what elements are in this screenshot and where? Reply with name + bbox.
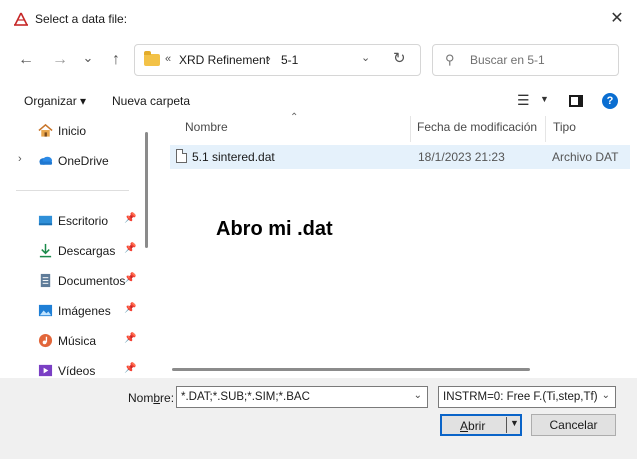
- view-options-icon[interactable]: ☰: [517, 92, 530, 109]
- pin-icon[interactable]: 📌: [124, 273, 136, 284]
- column-divider[interactable]: [545, 116, 546, 142]
- pin-icon[interactable]: 📌: [124, 363, 136, 374]
- annotation-text: Abro mi .dat: [216, 218, 333, 240]
- sort-ascending-icon: ⌃: [290, 112, 299, 123]
- sidebar-item-label: OneDrive: [58, 154, 109, 168]
- sidebar-item-label: Música: [58, 334, 97, 348]
- address-bar[interactable]: « XRD Refinement › 5-1 ⌄ ↻: [134, 44, 421, 76]
- file-row[interactable]: 5.1 sintered.dat 18/1/2023 21:23 Archivo…: [170, 145, 630, 169]
- sidebar-scrollbar[interactable]: [145, 132, 148, 248]
- open-button[interactable]: Abrir ▼: [440, 414, 522, 436]
- filename-field[interactable]: *.DAT;*.SUB;*.SIM;*.BAC ⌄: [176, 386, 428, 408]
- download-icon: [39, 243, 52, 258]
- new-folder-button[interactable]: Nueva carpeta: [112, 94, 190, 108]
- file-name: 5.1 sintered.dat: [192, 150, 275, 164]
- chevron-down-icon[interactable]: ⌄: [414, 390, 422, 401]
- open-button-label: Abrir: [460, 419, 486, 433]
- sidebar-divider: [16, 190, 129, 191]
- file-type: Archivo DAT: [552, 150, 619, 164]
- chevron-down-icon[interactable]: ▼: [540, 94, 549, 104]
- organize-button[interactable]: Organizar ▾: [24, 94, 86, 108]
- split-divider: [506, 417, 507, 433]
- sidebar-item-label: Inicio: [58, 124, 87, 138]
- file-type-value: INSTRM=0: Free F.(Ti,step,Tf): [443, 391, 598, 403]
- breadcrumb-separator: ›: [267, 53, 271, 65]
- file-icon: [176, 149, 187, 163]
- help-icon[interactable]: ?: [602, 93, 618, 109]
- command-bar: Organizar ▾ Nueva carpeta ☰ ▼ ?: [0, 88, 637, 114]
- horizontal-scrollbar[interactable]: [172, 368, 530, 371]
- sidebar-item-musica[interactable]: Música 📌: [0, 328, 142, 354]
- breadcrumb-5-1[interactable]: 5-1: [281, 53, 298, 67]
- recent-locations-button[interactable]: ⌄: [76, 46, 100, 70]
- sidebar-item-label: Imágenes: [58, 304, 111, 318]
- filename-value: *.DAT;*.SUB;*.SIM;*.BAC: [181, 391, 310, 403]
- cancel-button-label: Cancelar: [549, 418, 598, 432]
- search-input[interactable]: Buscar en 5-1: [470, 53, 545, 67]
- pin-icon[interactable]: 📌: [124, 213, 136, 224]
- close-icon[interactable]: ✕: [604, 8, 630, 30]
- chevron-down-icon[interactable]: ▼: [510, 418, 519, 428]
- column-divider[interactable]: [410, 116, 411, 142]
- pin-icon[interactable]: 📌: [124, 243, 136, 254]
- music-icon: [38, 333, 53, 348]
- search-icon: ⚲: [445, 52, 455, 67]
- column-header-type[interactable]: Tipo: [553, 120, 576, 134]
- column-header-date[interactable]: Fecha de modificación: [417, 120, 537, 134]
- navigation-pane: Inicio › OneDrive Escritorio 📌 Descargas…: [0, 116, 155, 378]
- pin-icon[interactable]: 📌: [124, 333, 136, 344]
- sidebar-item-descargas[interactable]: Descargas 📌: [0, 238, 142, 264]
- search-box[interactable]: ⚲ Buscar en 5-1: [432, 44, 619, 76]
- refresh-icon[interactable]: ↻: [393, 49, 406, 67]
- breadcrumb-xrd-refinement[interactable]: XRD Refinement: [179, 53, 269, 67]
- sidebar-item-documentos[interactable]: Documentos 📌: [0, 268, 142, 294]
- sidebar-item-escritorio[interactable]: Escritorio 📌: [0, 208, 142, 234]
- pin-icon[interactable]: 📌: [124, 303, 136, 314]
- back-button[interactable]: ←: [14, 48, 38, 72]
- desktop-icon: [38, 215, 53, 226]
- forward-button[interactable]: →: [48, 48, 72, 72]
- folder-icon: [144, 51, 160, 66]
- sidebar-item-inicio[interactable]: Inicio: [0, 118, 142, 144]
- chevron-down-icon[interactable]: ⌄: [602, 390, 610, 401]
- cloud-icon: [39, 156, 53, 165]
- document-icon: [40, 273, 51, 288]
- sidebar-item-label: Vídeos: [58, 364, 96, 378]
- video-icon: [38, 364, 53, 377]
- cancel-button[interactable]: Cancelar: [531, 414, 616, 436]
- sidebar-item-onedrive[interactable]: OneDrive: [0, 148, 142, 174]
- preview-pane-icon[interactable]: [569, 95, 583, 107]
- column-header-name[interactable]: Nombre: [185, 120, 228, 134]
- dialog-footer: Nombre: *.DAT;*.SUB;*.SIM;*.BAC ⌄ INSTRM…: [0, 378, 637, 459]
- sidebar-item-label: Escritorio: [58, 214, 109, 228]
- home-icon: [38, 123, 53, 137]
- breadcrumb-overflow[interactable]: «: [165, 53, 171, 65]
- app-icon: [14, 12, 28, 26]
- file-type-select[interactable]: INSTRM=0: Free F.(Ti,step,Tf) ⌄: [438, 386, 616, 408]
- chevron-down-icon[interactable]: ⌄: [361, 51, 370, 64]
- sidebar-item-label: Descargas: [58, 244, 116, 258]
- sidebar-item-imagenes[interactable]: Imágenes 📌: [0, 298, 142, 324]
- sidebar-item-label: Documentos: [58, 274, 126, 288]
- filename-label: Nombre:: [128, 391, 175, 405]
- picture-icon: [38, 304, 53, 317]
- file-date: 18/1/2023 21:23: [418, 150, 505, 164]
- window-title: Select a data file:: [35, 12, 128, 26]
- up-button[interactable]: ↑: [104, 48, 128, 72]
- title-bar: Select a data file: ✕: [0, 0, 637, 38]
